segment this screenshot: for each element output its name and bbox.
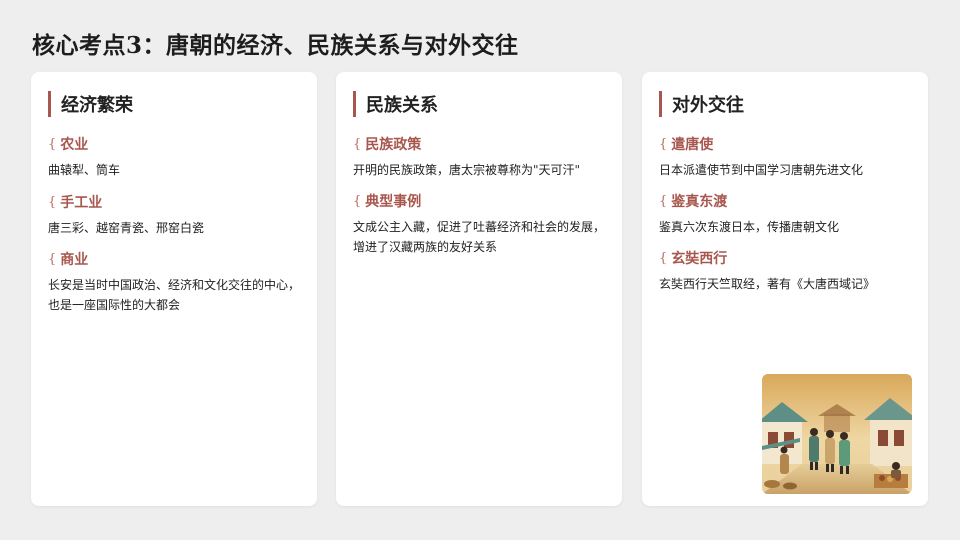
- brace-icon: {: [353, 193, 362, 209]
- section-commerce: {商业 长安是当时中国政治、经济和文化交往的中心，也是一座国际性的大都会: [48, 249, 303, 315]
- card-economy: 经济繁荣 {农业 曲辕犁、筒车 {手工业 唐三彩、越窑青瓷、邢窑白瓷 {商业 长…: [31, 72, 317, 506]
- brace-icon: {: [48, 136, 57, 152]
- brace-icon: {: [353, 136, 362, 152]
- section-title: 商业: [60, 252, 89, 268]
- brace-icon: {: [659, 193, 668, 209]
- section-agriculture: {农业 曲辕犁、筒车: [48, 134, 303, 180]
- section-title: 玄奘西行: [671, 251, 728, 267]
- section-typical-case: {典型事例 文成公主入藏，促进了吐蕃经济和社会的发展，增进了汉藏两族的友好关系: [353, 191, 608, 257]
- section-title: 农业: [60, 137, 89, 153]
- card-title: 经济繁荣: [61, 95, 133, 116]
- section-text: 长安是当时中国政治、经济和文化交往的中心，也是一座国际性的大都会: [48, 278, 301, 312]
- section-xuanzang: {玄奘西行 玄奘西行天竺取经，著有《大唐西域记》: [659, 248, 914, 294]
- tang-street-illustration: [762, 374, 912, 494]
- section-ethnic-policy: {民族政策 开明的民族政策，唐太宗被尊称为"天可汗": [353, 134, 608, 180]
- section-handicraft: {手工业 唐三彩、越窑青瓷、邢窑白瓷: [48, 192, 303, 238]
- brace-icon: {: [659, 250, 668, 266]
- card-title: 对外交往: [672, 95, 744, 116]
- section-text: 日本派遣使节到中国学习唐朝先进文化: [659, 163, 864, 177]
- card-header: 经济繁荣: [48, 91, 133, 117]
- card-header: 民族关系: [353, 91, 438, 117]
- card-header: 对外交往: [659, 91, 744, 117]
- page-title: 核心考点3：唐朝的经济、民族关系与对外交往: [32, 32, 519, 59]
- section-text: 文成公主入藏，促进了吐蕃经济和社会的发展，增进了汉藏两族的友好关系: [353, 220, 606, 254]
- section-text: 开明的民族政策，唐太宗被尊称为"天可汗": [353, 163, 581, 177]
- brace-icon: {: [48, 194, 57, 210]
- brace-icon: {: [48, 251, 57, 267]
- section-title: 手工业: [60, 195, 103, 211]
- section-jianzhen: {鉴真东渡 鉴真六次东渡日本，传播唐朝文化: [659, 191, 914, 237]
- section-text: 鉴真六次东渡日本，传播唐朝文化: [659, 220, 840, 234]
- card-title: 民族关系: [366, 95, 438, 116]
- section-title: 鉴真东渡: [671, 194, 728, 210]
- section-text: 唐三彩、越窑青瓷、邢窑白瓷: [48, 221, 205, 235]
- section-text: 曲辕犁、筒车: [48, 163, 121, 177]
- section-title: 典型事例: [365, 194, 422, 210]
- section-envoys: {遣唐使 日本派遣使节到中国学习唐朝先进文化: [659, 134, 914, 180]
- card-foreign-relations: 对外交往 {遣唐使 日本派遣使节到中国学习唐朝先进文化 {鉴真东渡 鉴真六次东渡…: [642, 72, 928, 506]
- section-title: 民族政策: [365, 137, 422, 153]
- brace-icon: {: [659, 136, 668, 152]
- card-ethnic-relations: 民族关系 {民族政策 开明的民族政策，唐太宗被尊称为"天可汗" {典型事例 文成…: [336, 72, 622, 506]
- section-title: 遣唐使: [671, 137, 714, 153]
- section-text: 玄奘西行天竺取经，著有《大唐西域记》: [659, 277, 876, 291]
